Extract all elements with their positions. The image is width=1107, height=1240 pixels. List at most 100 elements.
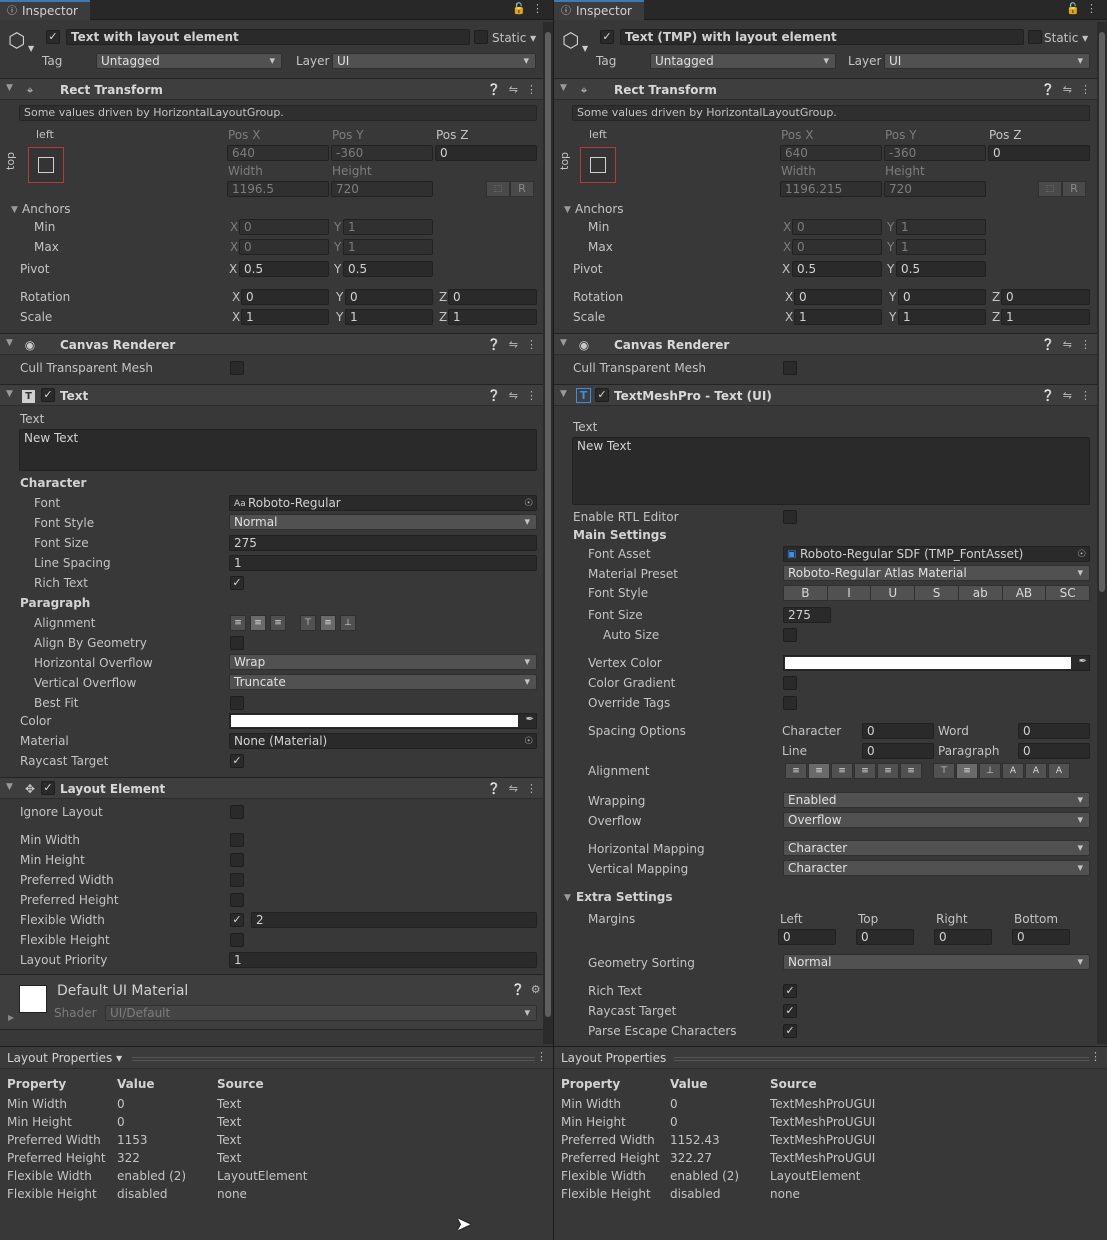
static-toggle[interactable] bbox=[1028, 30, 1042, 44]
anchor-min-y-field[interactable]: 1 bbox=[343, 219, 433, 235]
layer-dropdown[interactable]: UI bbox=[332, 53, 536, 69]
anchor-preset-button[interactable] bbox=[580, 147, 616, 183]
raycast-checkbox[interactable]: ✓ bbox=[230, 754, 244, 768]
anchor-min-x-field[interactable]: 0 bbox=[792, 219, 882, 235]
foldout-arrow-icon[interactable]: ▼ bbox=[560, 338, 567, 348]
help-icon[interactable]: ❔ bbox=[1041, 389, 1063, 402]
scrollbar-thumb[interactable] bbox=[545, 32, 551, 1017]
margin-top-field[interactable]: 0 bbox=[856, 929, 914, 945]
sp-line-field[interactable]: 0 bbox=[862, 743, 934, 759]
sp-word-field[interactable]: 0 bbox=[1018, 723, 1090, 739]
margin-left-field[interactable]: 0 bbox=[778, 929, 836, 945]
align-geometry-button[interactable]: ≡ bbox=[900, 763, 922, 779]
rich-text-checkbox[interactable]: ✓ bbox=[783, 984, 797, 998]
component-enabled-checkbox[interactable]: ✓ bbox=[41, 781, 55, 795]
align-left-button[interactable]: ≡ bbox=[785, 763, 807, 779]
ignore-layout-checkbox[interactable] bbox=[230, 805, 244, 819]
align-top-button[interactable]: ⊤ bbox=[300, 615, 316, 631]
help-icon[interactable]: ❔ bbox=[487, 782, 509, 795]
width-field[interactable]: 1196.5 bbox=[227, 181, 329, 197]
help-icon[interactable]: ❔ bbox=[1041, 83, 1063, 96]
font-style-button[interactable]: SC bbox=[1046, 586, 1089, 600]
component-enabled-checkbox[interactable]: ✓ bbox=[41, 388, 55, 402]
scrollbar-thumb[interactable] bbox=[1099, 32, 1105, 592]
overflow-dropdown[interactable]: Overflow bbox=[783, 812, 1090, 828]
align-center-button[interactable]: ≡ bbox=[250, 615, 266, 631]
layer-dropdown[interactable]: UI bbox=[884, 53, 1090, 69]
vertex-color-field[interactable]: ✒ bbox=[783, 655, 1090, 671]
height-field[interactable]: 720 bbox=[331, 181, 433, 197]
align-right-button[interactable]: ≡ bbox=[831, 763, 853, 779]
foldout-arrow-icon[interactable]: ▼ bbox=[6, 782, 13, 792]
material-preview-swatch[interactable] bbox=[19, 985, 47, 1013]
inspector-tab[interactable]: ⓘ Inspector bbox=[554, 0, 644, 20]
pref-width-checkbox[interactable] bbox=[230, 873, 244, 887]
align-baseline-button[interactable]: A bbox=[1002, 763, 1024, 779]
preset-icon[interactable]: ⇋ bbox=[509, 782, 526, 795]
raw-edit-button[interactable]: R bbox=[1062, 181, 1086, 197]
color-gradient-checkbox[interactable] bbox=[783, 676, 797, 690]
rotation-z-field[interactable]: 0 bbox=[448, 289, 537, 305]
inspector-tab[interactable]: ⓘ Inspector bbox=[0, 0, 90, 20]
static-dropdown[interactable]: Static ▾ bbox=[1044, 31, 1088, 45]
pos-x-field[interactable]: 640 bbox=[227, 145, 329, 161]
help-icon[interactable]: ❔ bbox=[1041, 338, 1063, 351]
flex-width-checkbox[interactable]: ✓ bbox=[230, 913, 244, 927]
blueprint-mode-button[interactable]: ⬚ bbox=[1038, 181, 1062, 197]
best-fit-checkbox[interactable] bbox=[230, 696, 244, 710]
static-dropdown[interactable]: Static ▾ bbox=[492, 31, 536, 45]
rotation-x-field[interactable]: 0 bbox=[241, 289, 329, 305]
right-scrollbar[interactable] bbox=[1097, 22, 1107, 1044]
canvas-renderer-header[interactable]: ▼ ◉ Canvas Renderer ❔⇋⋮ bbox=[0, 333, 553, 355]
text-area[interactable]: New Text bbox=[19, 429, 537, 471]
left-scrollbar[interactable] bbox=[543, 22, 553, 1044]
geometry-sorting-dropdown[interactable]: Normal bbox=[783, 954, 1090, 970]
anchors-foldout-icon[interactable]: ▼ bbox=[564, 205, 571, 215]
anchor-max-x-field[interactable]: 0 bbox=[239, 239, 329, 255]
line-spacing-field[interactable]: 1 bbox=[229, 555, 537, 571]
align-left-button[interactable]: ≡ bbox=[230, 615, 246, 631]
pivot-y-field[interactable]: 0.5 bbox=[896, 261, 986, 277]
pos-x-field[interactable]: 640 bbox=[780, 145, 882, 161]
active-toggle[interactable]: ✓ bbox=[46, 30, 60, 44]
scale-z-field[interactable]: 1 bbox=[1001, 309, 1090, 325]
extra-settings-foldout-icon[interactable]: ▼ bbox=[564, 893, 571, 903]
foldout-arrow-icon[interactable]: ▼ bbox=[560, 389, 567, 399]
priority-field[interactable]: 1 bbox=[229, 952, 537, 968]
foldout-arrow-icon[interactable]: ▼ bbox=[6, 83, 13, 93]
font-size-field[interactable]: 275 bbox=[783, 607, 831, 623]
rotation-y-field[interactable]: 0 bbox=[345, 289, 433, 305]
align-center-button[interactable]: ≡ bbox=[808, 763, 830, 779]
shader-dropdown[interactable]: UI/Default bbox=[105, 1005, 537, 1021]
font-asset-field[interactable]: ▣ Roboto-Regular SDF (TMP_FontAsset) ☉ bbox=[783, 546, 1090, 562]
help-icon[interactable]: ❔ bbox=[511, 983, 531, 996]
pos-z-field[interactable]: 0 bbox=[435, 145, 537, 161]
h-overflow-dropdown[interactable]: Wrap bbox=[229, 654, 537, 670]
preset-icon[interactable]: ⇋ bbox=[509, 83, 526, 96]
override-tags-checkbox[interactable] bbox=[783, 696, 797, 710]
sp-character-field[interactable]: 0 bbox=[862, 723, 934, 739]
font-style-button[interactable]: B bbox=[784, 586, 828, 600]
parse-escape-checkbox[interactable]: ✓ bbox=[783, 1024, 797, 1038]
anchor-max-x-field[interactable]: 0 bbox=[792, 239, 882, 255]
rotation-z-field[interactable]: 0 bbox=[1001, 289, 1090, 305]
flex-width-field[interactable]: 2 bbox=[251, 912, 537, 928]
pivot-x-field[interactable]: 0.5 bbox=[239, 261, 329, 277]
auto-size-checkbox[interactable] bbox=[783, 628, 797, 642]
pivot-y-field[interactable]: 0.5 bbox=[343, 261, 433, 277]
help-icon[interactable]: ❔ bbox=[487, 389, 509, 402]
tag-dropdown[interactable]: Untagged bbox=[96, 53, 282, 69]
font-style-button[interactable]: I bbox=[827, 586, 872, 600]
scale-y-field[interactable]: 1 bbox=[898, 309, 986, 325]
help-icon[interactable]: ❔ bbox=[487, 83, 509, 96]
flex-height-checkbox[interactable] bbox=[230, 933, 244, 947]
foldout-arrow-icon[interactable]: ▼ bbox=[6, 338, 13, 348]
anchor-min-y-field[interactable]: 1 bbox=[896, 219, 986, 235]
rotation-y-field[interactable]: 0 bbox=[898, 289, 986, 305]
material-preset-dropdown[interactable]: Roboto-Regular Atlas Material bbox=[783, 565, 1090, 581]
object-picker-icon[interactable]: ☉ bbox=[524, 497, 533, 510]
align-middle-button[interactable]: ≡ bbox=[956, 763, 978, 779]
h-mapping-dropdown[interactable]: Character bbox=[783, 840, 1090, 856]
min-height-checkbox[interactable] bbox=[230, 853, 244, 867]
help-icon[interactable]: ❔ bbox=[487, 338, 509, 351]
